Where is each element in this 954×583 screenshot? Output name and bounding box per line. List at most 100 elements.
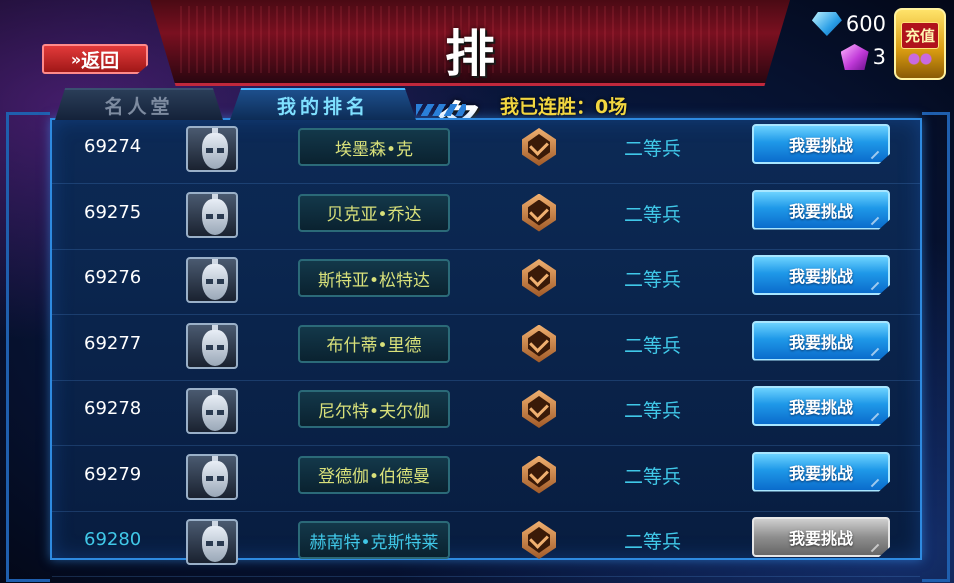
- challenge-button-label: 我要挑战: [788, 332, 853, 352]
- player-name: 尼尔特•夫尔伽: [298, 390, 450, 428]
- table-row: 69276 斯特亚•松特达 二等兵 我要挑战: [52, 251, 920, 315]
- recharge-label: 充值: [900, 22, 939, 49]
- challenge-button[interactable]: 我要挑战: [752, 189, 890, 230]
- rank-number: 69277: [84, 332, 142, 354]
- rank-number: 69279: [84, 463, 142, 485]
- eye-icon: [217, 410, 224, 415]
- military-rank-badge-icon: [522, 324, 556, 363]
- eye-icon: [217, 344, 224, 350]
- diamond-counter: 600: [811, 12, 886, 36]
- avatar[interactable]: [186, 257, 238, 303]
- player-name: 登德伽•伯德曼: [298, 455, 450, 494]
- eye-icon: [217, 279, 224, 284]
- slash-decoration: [870, 281, 880, 291]
- avatar[interactable]: [186, 126, 238, 172]
- challenge-button[interactable]: 我要挑战: [752, 320, 890, 361]
- row-divider: [52, 183, 920, 184]
- table-row: 69275 贝克亚•乔达 二等兵 我要挑战: [52, 186, 920, 250]
- back-button[interactable]: » 返回: [42, 44, 148, 74]
- military-rank-badge-icon: [522, 193, 556, 232]
- military-rank-badge-icon: [522, 259, 556, 297]
- table-row: 69278 尼尔特•夫尔伽 二等兵 我要挑战: [52, 382, 920, 446]
- challenge-button-label: 我要挑战: [788, 529, 853, 548]
- rank-number: 69278: [84, 398, 142, 419]
- challenge-button[interactable]: 我要挑战: [752, 255, 890, 295]
- slash-decoration: [870, 543, 880, 553]
- rank-number: 69276: [84, 267, 142, 288]
- player-name: 赫南特•克斯特莱: [298, 521, 450, 559]
- military-rank-title: 二等兵: [624, 531, 682, 553]
- tab-my-ranking[interactable]: 我的排名: [230, 88, 416, 120]
- diamond-icon: [811, 12, 842, 36]
- military-rank-badge-icon: [522, 455, 556, 494]
- slash-decoration: [870, 216, 880, 225]
- challenge-button[interactable]: 我要挑战: [752, 517, 890, 557]
- challenge-button-label: 我要挑战: [788, 201, 853, 221]
- gem-amount: 3: [872, 45, 886, 69]
- challenge-button-label: 我要挑战: [788, 267, 853, 286]
- avatar[interactable]: [186, 191, 238, 238]
- double-chevron-left-icon: »: [70, 49, 82, 69]
- table-row: 69279 登德伽•伯德曼 二等兵 我要挑战: [52, 448, 920, 512]
- player-name: 斯特亚•松特达: [298, 259, 450, 297]
- avatar[interactable]: [186, 388, 238, 434]
- rank-number: 69280: [84, 529, 142, 550]
- row-divider: [52, 379, 920, 381]
- frame-right-border: [922, 112, 950, 582]
- slash-decoration: [870, 150, 880, 160]
- row-divider: [52, 445, 920, 446]
- row-divider: [52, 314, 920, 315]
- table-row: 69280 赫南特•克斯特莱 二等兵 我要挑战: [52, 513, 920, 577]
- challenge-button-label: 我要挑战: [788, 463, 853, 483]
- eye-icon: [206, 475, 213, 481]
- challenge-button[interactable]: 我要挑战: [752, 386, 890, 426]
- player-name: 布什蒂•里德: [298, 324, 450, 363]
- avatar[interactable]: [186, 453, 238, 500]
- row-divider: [52, 248, 920, 250]
- eye-icon: [206, 213, 213, 219]
- eye-icon: [206, 541, 213, 546]
- military-rank-title: 二等兵: [624, 334, 682, 357]
- row-divider: [52, 510, 920, 512]
- ranking-screen: 排 名 » 返回 600 3 充值 名人堂 我的排名 我已连胜：0场 69274…: [0, 0, 954, 583]
- table-row: 69274 埃墨森•克 二等兵 我要挑战: [52, 120, 920, 184]
- eye-icon: [206, 279, 213, 284]
- table-row: 69277 布什蒂•里德 二等兵 我要挑战: [52, 317, 920, 381]
- back-button-label: 返回: [81, 49, 120, 72]
- eye-icon: [217, 148, 224, 153]
- challenge-button[interactable]: 我要挑战: [752, 124, 890, 164]
- tab-decoration: [416, 104, 466, 116]
- slash-decoration: [870, 347, 880, 356]
- row-divider: [52, 576, 920, 577]
- slash-decoration: [870, 478, 880, 487]
- military-rank-badge-icon: [522, 390, 556, 428]
- military-rank-title: 二等兵: [624, 400, 682, 422]
- eye-icon: [206, 148, 213, 153]
- challenge-button-label: 我要挑战: [788, 136, 853, 155]
- tab-hall-of-fame[interactable]: 名人堂: [55, 88, 223, 120]
- eye-icon: [217, 475, 224, 481]
- challenge-button-label: 我要挑战: [788, 398, 853, 417]
- player-name: 埃墨森•克: [298, 128, 450, 166]
- gem-pile-icon: [905, 52, 935, 66]
- challenge-button[interactable]: 我要挑战: [752, 451, 890, 492]
- eye-icon: [206, 344, 213, 350]
- eye-icon: [206, 410, 213, 415]
- military-rank-title: 二等兵: [624, 203, 682, 226]
- eye-icon: [217, 541, 224, 546]
- recharge-button[interactable]: 充值: [894, 8, 946, 80]
- avatar[interactable]: [186, 519, 238, 565]
- military-rank-badge-icon: [522, 521, 556, 559]
- avatar[interactable]: [186, 322, 238, 369]
- slash-decoration: [870, 412, 880, 422]
- military-rank-title: 二等兵: [624, 465, 682, 488]
- player-name: 贝克亚•乔达: [298, 193, 450, 232]
- gem-counter: 3: [840, 44, 886, 70]
- diamond-amount: 600: [845, 12, 886, 36]
- purple-gem-icon: [840, 44, 869, 70]
- eye-icon: [217, 213, 224, 219]
- military-rank-badge-icon: [522, 128, 556, 166]
- rank-number: 69275: [84, 201, 142, 223]
- military-rank-title: 二等兵: [624, 138, 682, 160]
- win-streak-text: 我已连胜：0场: [500, 96, 628, 118]
